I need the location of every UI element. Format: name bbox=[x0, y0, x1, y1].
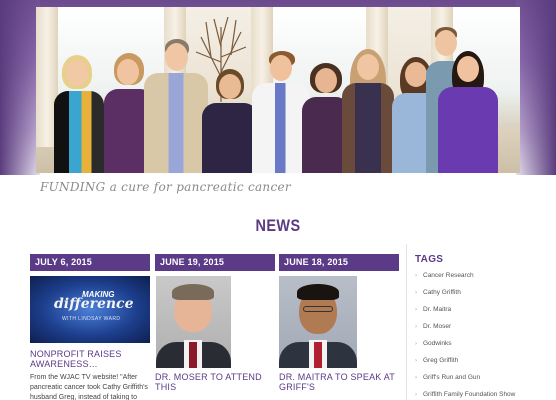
post-date: JUNE 19, 2015 bbox=[155, 254, 275, 271]
news-post: JUNE 19, 2015 DR. MOSER TO ATTEND THIS bbox=[155, 254, 275, 392]
chevron-right-icon: › bbox=[415, 307, 417, 313]
hero-group-photo bbox=[36, 7, 520, 173]
tag-item[interactable]: › Dr. Moser bbox=[415, 323, 515, 340]
tag-item[interactable]: › Cathy Griffith bbox=[415, 289, 515, 306]
chevron-right-icon: › bbox=[415, 358, 417, 364]
tags-heading: TAGS bbox=[415, 254, 444, 265]
tag-label[interactable]: Dr. Maitra bbox=[423, 306, 451, 313]
news-post: JUNE 18, 2015 DR. MAITRA TO SPEAK AT GRI… bbox=[279, 254, 399, 392]
post-date: JULY 6, 2015 bbox=[30, 254, 150, 271]
tag-label[interactable]: Cancer Research bbox=[423, 272, 474, 279]
tag-label[interactable]: Dr. Moser bbox=[423, 323, 451, 330]
tag-label[interactable]: Cathy Griffith bbox=[423, 289, 461, 296]
chevron-right-icon: › bbox=[415, 324, 417, 330]
tag-item[interactable]: › Griff's Run and Gun bbox=[415, 374, 515, 391]
tag-item[interactable]: › Greg Griffith bbox=[415, 357, 515, 374]
tag-label[interactable]: Greg Griffith bbox=[423, 357, 458, 364]
chevron-right-icon: › bbox=[415, 375, 417, 381]
post-image-text-sub: WITH LINDSAY WARD bbox=[62, 316, 121, 322]
news-post: JULY 6, 2015 MAKING difference WITH LIND… bbox=[30, 254, 150, 400]
news-heading: NEWS bbox=[255, 216, 301, 235]
tag-label[interactable]: Godwinks bbox=[423, 340, 452, 347]
chevron-right-icon: › bbox=[415, 392, 417, 398]
post-date: JUNE 18, 2015 bbox=[279, 254, 399, 271]
chevron-right-icon: › bbox=[415, 341, 417, 347]
tag-item[interactable]: › Dr. Maitra bbox=[415, 306, 515, 323]
chevron-right-icon: › bbox=[415, 290, 417, 296]
tagline: FUNDING a cure for pancreatic cancer bbox=[40, 180, 291, 194]
tag-label[interactable]: Griffith Family Foundation Show bbox=[423, 391, 515, 398]
post-thumbnail[interactable]: MAKING difference WITH LINDSAY WARD bbox=[30, 276, 150, 343]
post-image-text-main: difference bbox=[54, 296, 134, 312]
sidebar: TAGS › Cancer Research › Cathy Griffith › D… bbox=[406, 244, 556, 400]
post-excerpt: From the WJAC TV website! "After pancrea… bbox=[30, 374, 148, 400]
tag-list: › Cancer Research › Cathy Griffith › Dr. Ma… bbox=[415, 272, 515, 400]
post-title[interactable]: DR. MOSER TO ATTEND THIS bbox=[155, 368, 275, 392]
post-title[interactable]: DR. MAITRA TO SPEAK AT GRIFF'S bbox=[279, 368, 399, 392]
tag-item[interactable]: › Cancer Research bbox=[415, 272, 515, 289]
tag-item[interactable]: › Griffith Family Foundation Show bbox=[415, 391, 515, 400]
tag-label[interactable]: Griff's Run and Gun bbox=[423, 374, 480, 381]
tag-item[interactable]: › Godwinks bbox=[415, 340, 515, 357]
post-title[interactable]: NONPROFIT RAISES AWARENESS… bbox=[30, 349, 150, 369]
chevron-right-icon: › bbox=[415, 273, 417, 279]
